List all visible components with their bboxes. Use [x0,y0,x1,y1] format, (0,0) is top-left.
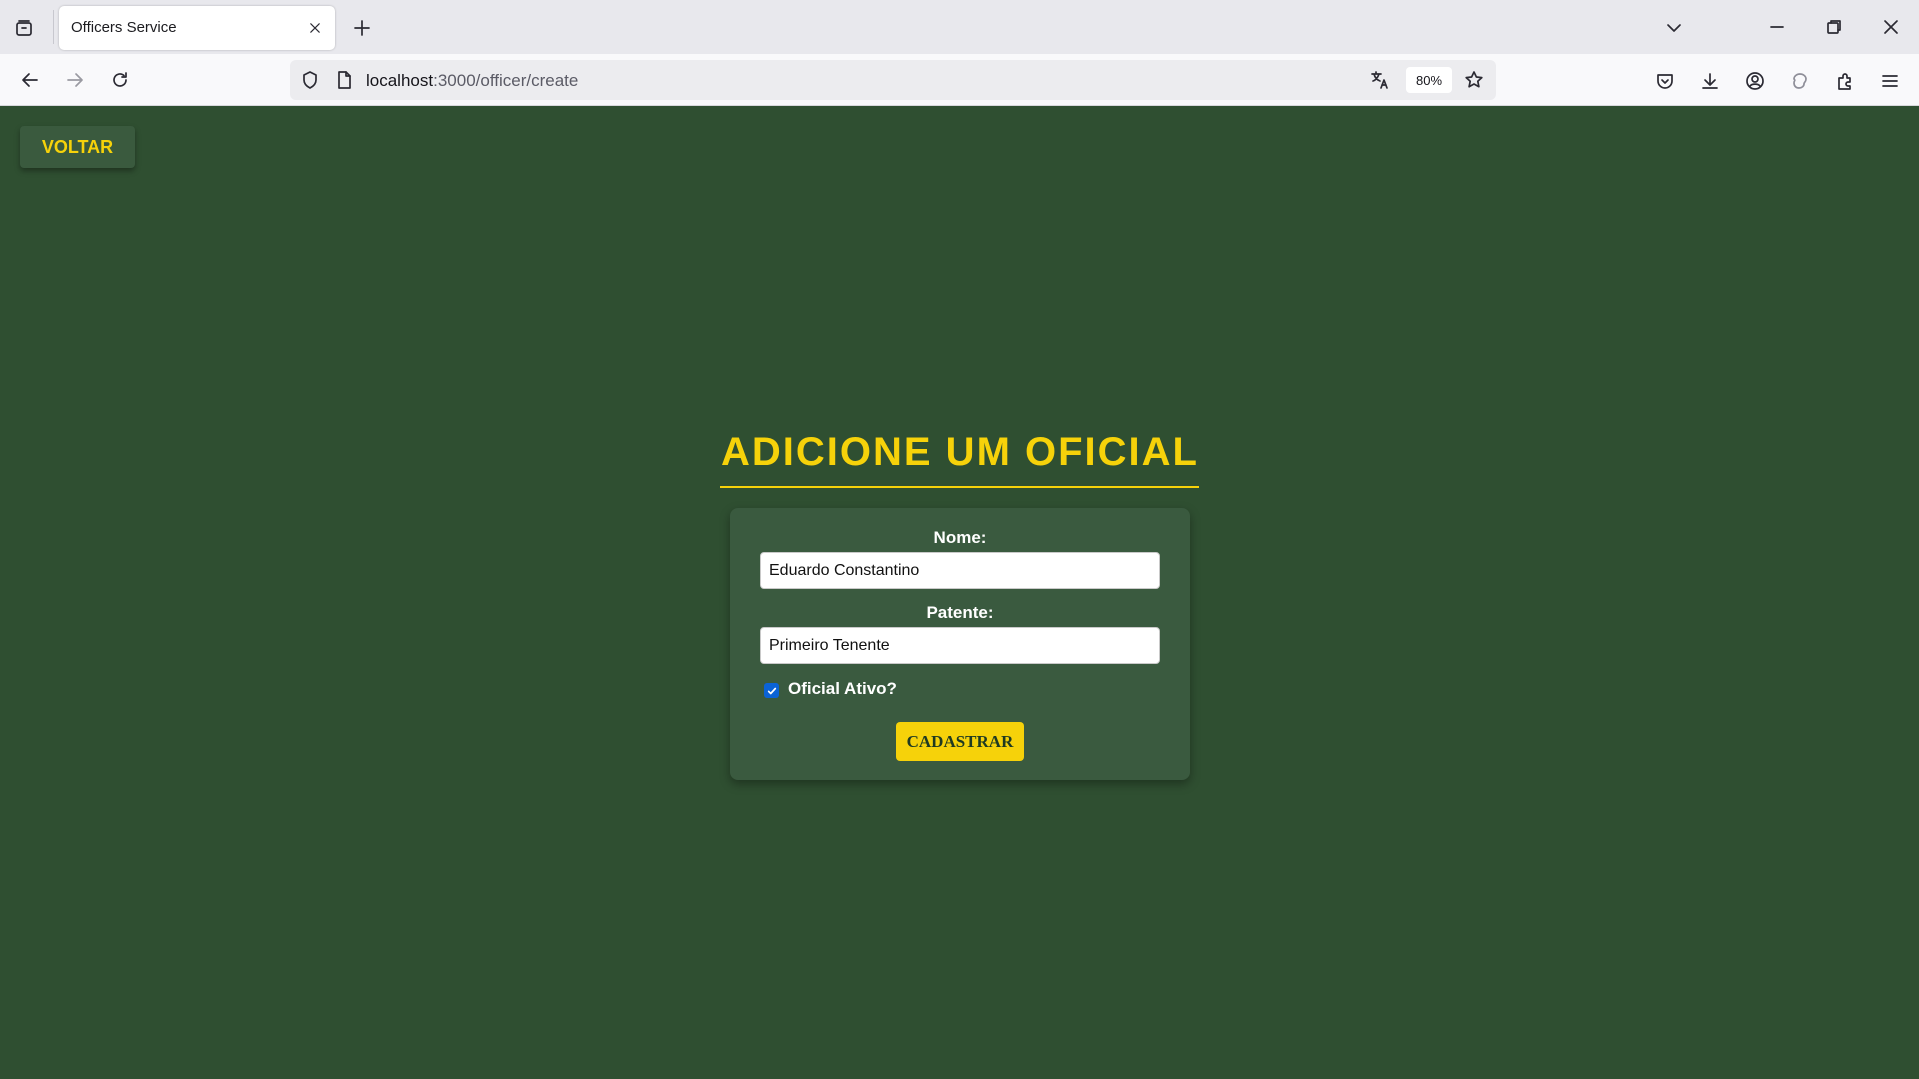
submit-button[interactable]: CADASTRAR [896,722,1024,761]
zoom-level-badge[interactable]: 80% [1406,67,1452,93]
rank-field[interactable] [760,627,1160,664]
checkmark-icon [767,687,776,694]
close-window-icon[interactable] [1876,12,1906,42]
url-text[interactable]: localhost:3000/officer/create [366,71,578,91]
close-tab-icon[interactable] [305,18,325,38]
browser-tab-bar: Officers Service [0,0,1919,54]
account-icon[interactable] [1740,66,1770,96]
chevron-down-icon[interactable] [1660,14,1688,42]
new-tab-icon[interactable] [348,14,376,42]
tab-list-icon[interactable] [10,14,38,42]
tab-title: Officers Service [71,19,177,36]
address-bar[interactable]: localhost:3000/officer/create 80% [290,60,1496,100]
title-underline [720,486,1199,488]
download-icon[interactable] [1695,66,1725,96]
reload-icon[interactable] [104,64,136,96]
active-officer-checkbox[interactable] [764,683,779,698]
extension-puzzle-icon[interactable] [1785,66,1815,96]
back-button[interactable]: VOLTAR [20,126,135,168]
page-title: ADICIONE UM OFICIAL [721,430,1199,474]
minimize-icon[interactable] [1762,12,1792,42]
page-content: VOLTAR ADICIONE UM OFICIAL Nome: Patente… [0,106,1919,1079]
extensions-icon[interactable] [1830,66,1860,96]
officer-form: Nome: Patente: Oficial Ativo? CADASTRAR [730,508,1190,780]
browser-nav-bar: localhost:3000/officer/create 80% [0,54,1919,106]
url-path: :3000/officer/create [433,71,579,90]
tab-separator [53,10,54,44]
bookmark-star-icon[interactable] [1462,68,1486,92]
shield-icon[interactable] [298,68,322,92]
name-label: Nome: [933,528,987,547]
url-host: localhost [366,71,434,90]
page-icon[interactable] [332,68,356,92]
forward-arrow-icon[interactable] [59,64,91,96]
back-arrow-icon[interactable] [14,64,46,96]
active-officer-label[interactable]: Oficial Ativo? [788,679,897,699]
name-field[interactable] [760,552,1160,589]
rank-label: Patente: [926,603,994,622]
pocket-icon[interactable] [1650,66,1680,96]
menu-icon[interactable] [1875,66,1905,96]
restore-icon[interactable] [1819,12,1849,42]
translate-icon[interactable] [1368,68,1392,92]
tab-officers-service[interactable]: Officers Service [59,6,335,50]
